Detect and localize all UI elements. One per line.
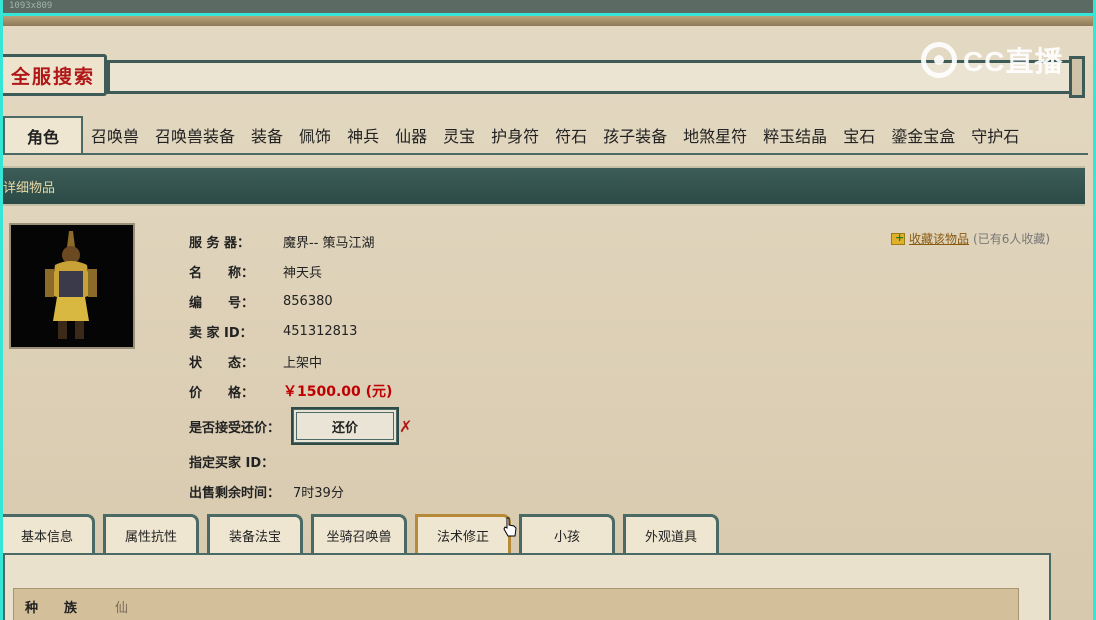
seller-value: 451312813 — [283, 323, 358, 339]
price-row: 价 格： ￥1500.00 (元) — [189, 376, 709, 406]
buyer-label: 指定买家 ID： — [189, 455, 275, 471]
name-row: 名 称： 神天兵 — [189, 256, 709, 286]
game-trade-window: 1093x809 全服搜索 CC直播 角色 召唤兽 召唤兽装备 装备 佩饰 神兵 仙器 灵宝护… — [0, 0, 1096, 620]
category-tab[interactable]: 粹玉结晶 — [755, 119, 835, 151]
section-header: 详细物品 — [3, 166, 1085, 206]
category-tab[interactable]: 护身符 — [483, 119, 547, 151]
bargain-button[interactable]: 还价 — [293, 409, 397, 443]
seller-label: 卖 家 ID： — [189, 325, 253, 341]
category-tab[interactable]: 符石 — [547, 119, 595, 151]
detail-tab[interactable]: 基本信息 — [3, 514, 95, 554]
detail-tab[interactable]: 小孩 — [519, 514, 615, 554]
status-row: 状 态： 上架中 — [189, 346, 709, 376]
status-label: 状 态： — [189, 355, 255, 371]
detail-tabs: 基本信息 属性抗性 装备法宝 坐骑召唤兽 法术修正 小孩 外观道具 — [3, 514, 719, 554]
category-tab[interactable]: 地煞星符 — [675, 119, 755, 151]
character-avatar — [9, 223, 135, 349]
buyer-row: 指定买家 ID： — [189, 446, 709, 476]
server-row: 服 务 器： 魔界-- 策马江湖 — [189, 226, 709, 256]
price-label: 价 格： — [189, 385, 255, 401]
category-tab[interactable]: 鎏金宝盒 — [883, 119, 963, 151]
server-label: 服 务 器： — [189, 235, 251, 251]
server-value: 魔界-- 策马江湖 — [283, 235, 375, 251]
race-row: 种 族 仙 — [25, 597, 128, 616]
bargain-row: 是否接受还价： 还价 ✗ — [189, 406, 709, 446]
category-tab[interactable]: 孩子装备 — [595, 119, 675, 151]
warrior-figure-icon — [45, 231, 97, 339]
remaining-row: 出售剩余时间： 7时39分 — [189, 476, 709, 506]
bargain-label: 是否接受还价： — [189, 420, 281, 436]
detail-tab[interactable]: 装备法宝 — [207, 514, 303, 554]
race-value: 仙 — [115, 601, 129, 616]
category-tab[interactable]: 召唤兽装备 — [147, 119, 243, 151]
bargain-ribbon-icon: ✗ — [399, 416, 413, 436]
detail-tab[interactable]: 属性抗性 — [103, 514, 199, 554]
capture-size-label: 1093x809 — [9, 1, 53, 11]
name-label: 名 称： — [189, 265, 255, 281]
category-tab[interactable]: 仙器 — [387, 119, 435, 151]
price-value: ￥1500.00 (元) — [283, 384, 393, 400]
remaining-value: 7时39分 — [293, 485, 344, 501]
search-title[interactable]: 全服搜索 — [3, 54, 107, 96]
category-tab[interactable]: 角色 — [3, 116, 83, 154]
name-value: 神天兵 — [283, 265, 323, 281]
seller-row: 卖 家 ID： 451312813 — [189, 316, 709, 346]
remaining-label: 出售剩余时间： — [189, 485, 281, 501]
detail-tab[interactable]: 法术修正 — [415, 514, 511, 554]
status-value: 上架中 — [283, 355, 323, 371]
top-strip: 1093x809 — [3, 0, 1093, 14]
category-tab[interactable]: 神兵 — [339, 119, 387, 151]
category-tab[interactable]: 佩饰 — [291, 119, 339, 151]
search-bar-corner — [1069, 56, 1085, 98]
wood-frame — [3, 16, 1093, 26]
detail-tab[interactable]: 坐骑召唤兽 — [311, 514, 407, 554]
detail-tab[interactable]: 外观道具 — [623, 514, 719, 554]
category-tab[interactable]: 宝石 — [835, 119, 883, 151]
id-row: 编 号： 856380 — [189, 286, 709, 316]
category-tab[interactable]: 装备 — [243, 119, 291, 151]
id-label: 编 号： — [189, 295, 255, 311]
category-tab[interactable]: 守护石 — [963, 119, 1027, 151]
item-info: 服 务 器： 魔界-- 策马江湖 名 称： 神天兵 编 号： 856380 卖 … — [189, 226, 709, 506]
basic-info-box — [13, 588, 1019, 620]
race-label: 种 族 — [25, 601, 78, 616]
cc-logo-icon — [921, 42, 957, 78]
watermark-text: CC直播 — [963, 46, 1064, 77]
section-title: 详细物品 — [3, 180, 56, 196]
hand-cursor-icon — [503, 517, 517, 537]
category-tabs-divider — [3, 153, 1088, 155]
favorite-count: (已有6人收藏) — [973, 232, 1051, 246]
category-tabs: 角色 召唤兽 召唤兽装备 装备 佩饰 神兵 仙器 灵宝 护身符 符石 孩子装备 地煞星符 粹玉结晶 宝石鎏… — [3, 116, 1088, 154]
favorite-link[interactable]: 收藏该物品 — [909, 230, 969, 247]
id-value: 856380 — [283, 293, 333, 309]
cc-live-watermark: CC直播 — [921, 40, 1063, 80]
category-tab[interactable]: 灵宝 — [435, 119, 483, 151]
category-tab[interactable]: 召唤兽 — [83, 119, 147, 151]
folder-add-icon — [891, 231, 905, 245]
favorite-area: 收藏该物品 (已有6人收藏) — [891, 230, 1050, 247]
